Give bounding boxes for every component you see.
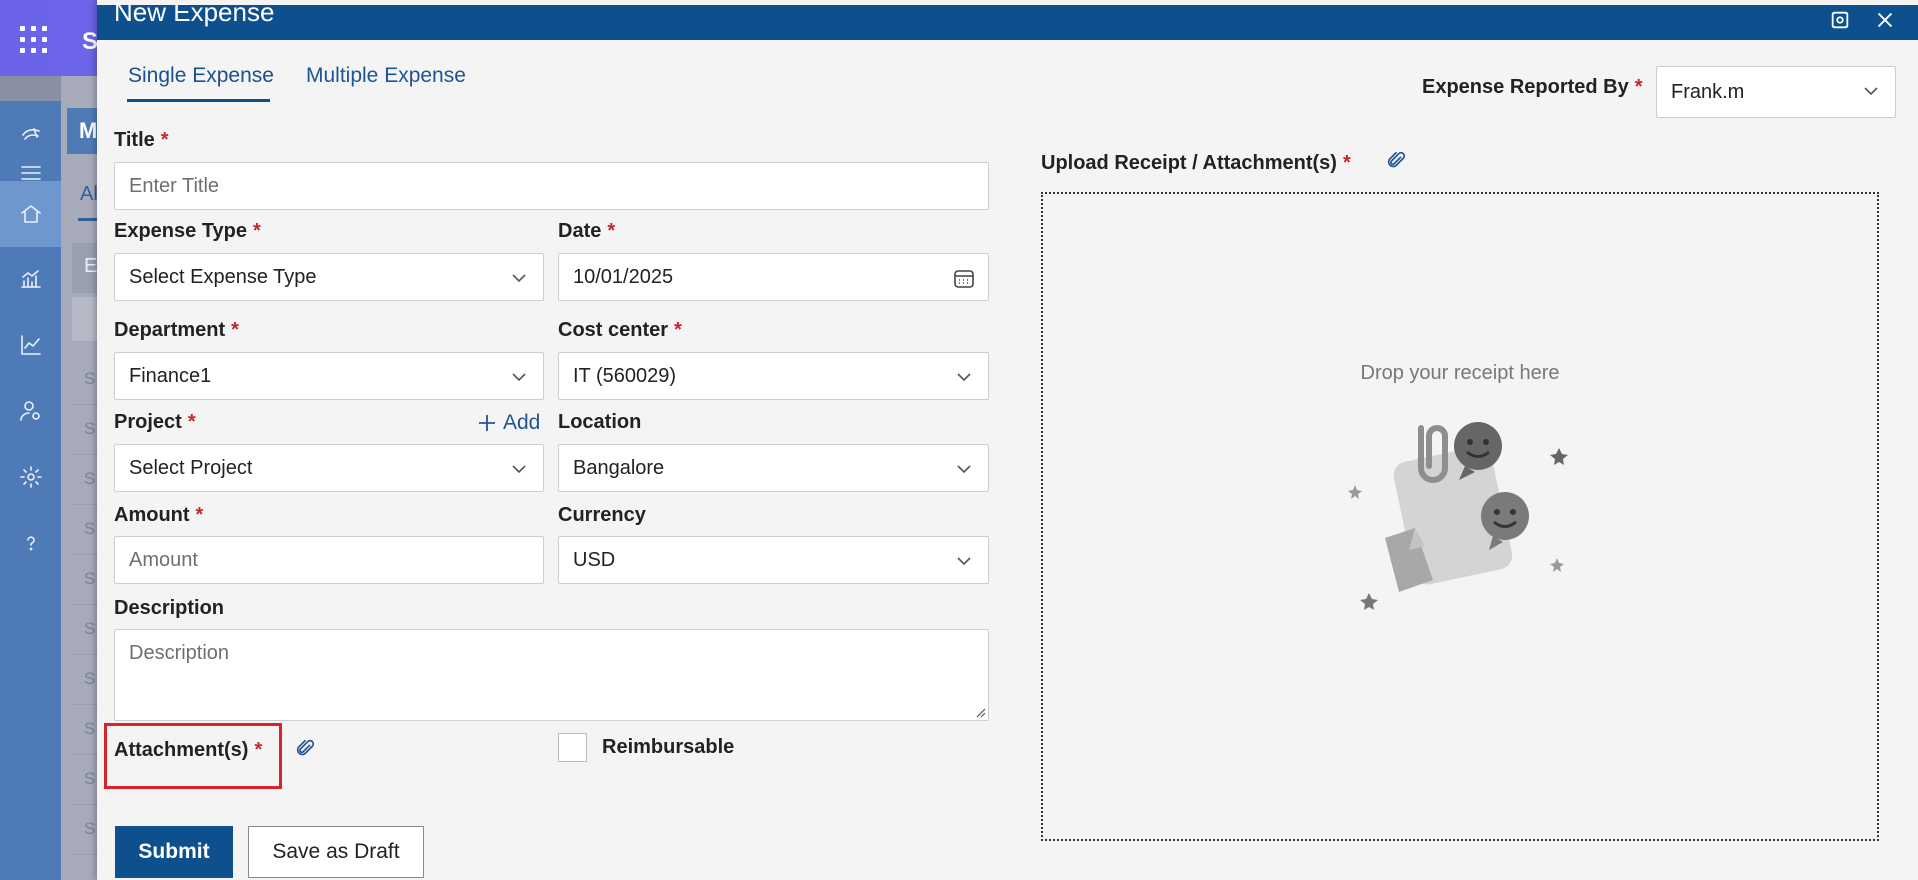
background-tab-underline [78,218,98,221]
chevron-down-icon [954,459,974,479]
currency-label: Currency [558,504,646,526]
upload-label: Upload Receipt / Attachment(s) * [1041,152,1351,174]
reimbursable-checkbox[interactable] [558,733,587,762]
location-select[interactable]: Bangalore [558,444,989,492]
active-tab-indicator [127,99,270,102]
drop-text: Drop your receipt here [1360,362,1560,384]
cost-center-label: Cost center * [558,319,682,341]
app-launcher-icon[interactable] [20,26,48,54]
analytics-icon[interactable] [0,251,61,307]
trend-icon[interactable] [0,317,61,373]
sidebar [0,101,61,880]
chevron-down-icon [954,551,974,571]
tab-multiple-expense[interactable]: Multiple Expense [306,64,466,88]
chevron-down-icon [509,459,529,479]
expense-type-label: Expense Type * [114,220,261,242]
attachments-label: Attachment(s) * [114,739,263,761]
project-select[interactable]: Select Project [114,444,544,492]
amount-label: Amount * [114,504,204,526]
help-icon[interactable] [0,515,61,571]
chevron-down-icon [1861,81,1881,101]
reported-by-label: Expense Reported By * [1422,76,1643,98]
title-label: Title * [114,129,169,151]
paperclip-icon[interactable] [1385,150,1407,172]
reported-by-select[interactable]: Frank.m [1656,66,1896,118]
submit-button[interactable]: Submit [115,826,233,878]
location-label: Location [558,411,642,433]
chevron-down-icon [509,367,529,387]
calendar-icon[interactable] [952,266,976,290]
user-settings-icon[interactable] [0,383,61,439]
gear-icon[interactable] [0,449,61,505]
department-label: Department * [114,319,239,341]
new-expense-modal: New Expense Single Expense Multiple Expe… [97,0,1918,880]
app-title: S [82,28,99,55]
close-icon[interactable] [1870,5,1900,35]
plus-icon [479,415,495,431]
paperclip-icon[interactable] [294,738,316,760]
resize-handle-icon[interactable] [974,706,986,718]
department-select[interactable]: Finance1 [114,352,544,400]
date-label: Date * [558,220,616,242]
expense-type-select[interactable]: Select Expense Type [114,253,544,301]
expand-icon[interactable] [1825,5,1855,35]
receipt-illustration-icon [1348,422,1568,610]
receipt-dropzone[interactable]: Drop your receipt here [1041,192,1879,841]
home-icon[interactable] [0,181,61,247]
chevron-down-icon [509,268,529,288]
background-tab: Al [80,183,98,205]
description-textarea[interactable]: Description [114,629,989,721]
title-input[interactable]: Enter Title [114,162,989,210]
description-label: Description [114,597,225,619]
tab-single-expense[interactable]: Single Expense [128,64,274,88]
modal-header: New Expense [97,0,1918,40]
chevron-down-icon [954,367,974,387]
date-input[interactable]: 10/01/2025 [558,253,989,301]
reimbursable-label: Reimbursable [602,736,735,758]
project-label: Project * [114,411,196,433]
add-project-link[interactable]: Add [477,411,540,435]
amount-input[interactable]: Amount [114,536,544,584]
save-draft-button[interactable]: Save as Draft [248,826,424,878]
cost-center-select[interactable]: IT (560029) [558,352,989,400]
currency-select[interactable]: USD [558,536,989,584]
modal-title: New Expense [114,0,275,27]
